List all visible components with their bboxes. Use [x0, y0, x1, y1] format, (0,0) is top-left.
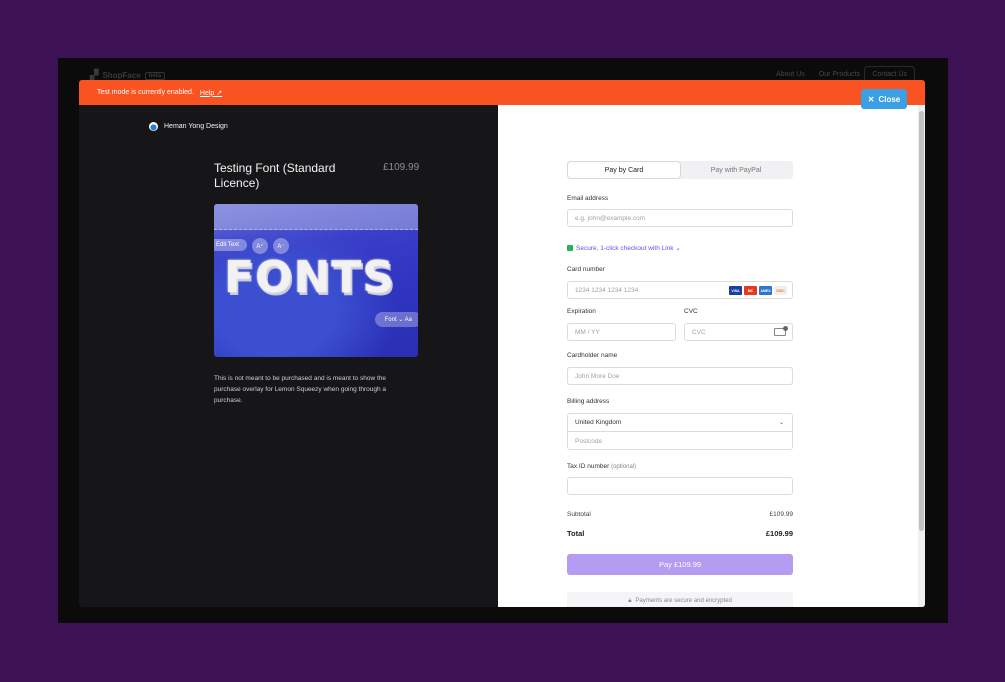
- tax-id-label: Tax ID number (optional): [567, 463, 636, 470]
- cardholder-placeholder: John More Doe: [575, 372, 620, 380]
- nav-our-products[interactable]: Our Products: [819, 71, 860, 78]
- subtotal-label: Subtotal: [567, 511, 591, 518]
- total-label: Total: [567, 529, 585, 538]
- scrollbar[interactable]: [918, 105, 925, 607]
- email-placeholder: e.g. john@example.com: [575, 214, 646, 222]
- payment-panel: Pay by Card Pay with PayPal Email addres…: [498, 105, 925, 607]
- expiration-field[interactable]: MM / YY: [567, 323, 676, 341]
- visa-icon: VISA: [729, 286, 742, 295]
- close-icon: ✕: [867, 94, 875, 104]
- store-name: Heman Yong Design: [164, 123, 228, 130]
- scrollbar-thumb[interactable]: [919, 111, 924, 531]
- tab-pay-with-paypal[interactable]: Pay with PayPal: [680, 162, 792, 178]
- help-link[interactable]: Help ↗: [200, 89, 222, 97]
- email-field[interactable]: e.g. john@example.com: [567, 209, 793, 227]
- test-mode-banner: Test mode is currently enabled. Help ↗: [79, 80, 925, 105]
- pay-button[interactable]: Pay £109.99: [567, 554, 793, 575]
- amex-icon: AMEX: [759, 286, 772, 295]
- close-label: Close: [878, 94, 901, 104]
- secure-payments-text: Payments are secure and encrypted: [635, 598, 732, 604]
- cardholder-label: Cardholder name: [567, 352, 618, 359]
- postcode-field[interactable]: Postcode: [568, 432, 792, 450]
- edit-text-chip: Edit Text: [214, 239, 247, 251]
- tax-id-field[interactable]: [567, 477, 793, 495]
- expiration-placeholder: MM / YY: [575, 328, 600, 336]
- logo-tag: beta: [144, 71, 166, 80]
- secure-link-text: Secure, 1-click checkout with Link ⌄: [576, 245, 681, 252]
- cardholder-field[interactable]: John More Doe: [567, 367, 793, 385]
- subtotal-value: £109.99: [769, 511, 794, 518]
- nav-about-us[interactable]: About Us: [776, 71, 805, 78]
- tab-pay-by-card[interactable]: Pay by Card: [568, 162, 680, 178]
- secure-payments-note: 🔒︎ Payments are secure and encrypted: [567, 592, 793, 607]
- link-checkout-toggle[interactable]: Secure, 1-click checkout with Link ⌄: [567, 244, 681, 252]
- store-brand: Heman Yong Design: [149, 122, 228, 131]
- logo-text: ShopFace: [102, 71, 141, 80]
- mastercard-icon: MC: [744, 286, 757, 295]
- cvc-label: CVC: [684, 308, 698, 315]
- card-number-label: Card number: [567, 266, 605, 273]
- tax-id-label-text: Tax ID number: [567, 463, 610, 470]
- product-panel: Heman Yong Design Testing Font (Standard…: [79, 105, 498, 607]
- tax-id-optional: (optional): [611, 464, 637, 470]
- postcode-placeholder: Postcode: [575, 437, 603, 445]
- card-brands: VISA MC AMEX DISC: [729, 286, 787, 295]
- close-button[interactable]: ✕ Close: [861, 89, 907, 109]
- billing-address-group: United Kingdom ⌄ Postcode: [567, 413, 793, 450]
- subtotal-row: Subtotal £109.99: [567, 511, 793, 518]
- product-title: Testing Font (Standard Licence): [214, 161, 336, 190]
- image-top-band: [214, 204, 418, 230]
- cvc-field[interactable]: CVC: [684, 323, 793, 341]
- chevron-down-icon: ⌄: [778, 420, 784, 426]
- country-select[interactable]: United Kingdom ⌄: [568, 414, 792, 432]
- email-label: Email address: [567, 195, 609, 202]
- billing-label: Billing address: [567, 398, 610, 405]
- payment-method-tabs: Pay by Card Pay with PayPal: [567, 161, 793, 179]
- font-selector-pill: Font ⌄ Aa: [374, 312, 418, 327]
- site-nav: About Us Our Products: [776, 71, 860, 78]
- product-image: Edit Text A⁺ A⁻ FONTS Font ⌄ Aa: [214, 204, 418, 357]
- cvc-card-icon: [774, 326, 788, 336]
- expiration-label: Expiration: [567, 308, 596, 315]
- test-mode-text: Test mode is currently enabled.: [97, 89, 194, 96]
- store-avatar: [149, 122, 158, 131]
- card-number-field[interactable]: 1234 1234 1234 1234 VISA MC AMEX DISC: [567, 281, 793, 299]
- discover-icon: DISC: [774, 286, 787, 295]
- fonts-artwork: FONTS: [224, 252, 395, 303]
- padlock-icon: 🔒︎: [628, 598, 632, 604]
- checkout-modal: Test mode is currently enabled. Help ↗ H…: [79, 80, 925, 607]
- product-description: This is not meant to be purchased and is…: [214, 375, 386, 404]
- cvc-placeholder: CVC: [692, 328, 706, 336]
- product-price: £109.99: [383, 162, 420, 173]
- card-number-placeholder: 1234 1234 1234 1234: [575, 286, 639, 294]
- lock-icon: [567, 245, 573, 251]
- country-value: United Kingdom: [575, 419, 622, 426]
- total-row: Total £109.99: [567, 529, 793, 538]
- total-value: £109.99: [765, 529, 793, 538]
